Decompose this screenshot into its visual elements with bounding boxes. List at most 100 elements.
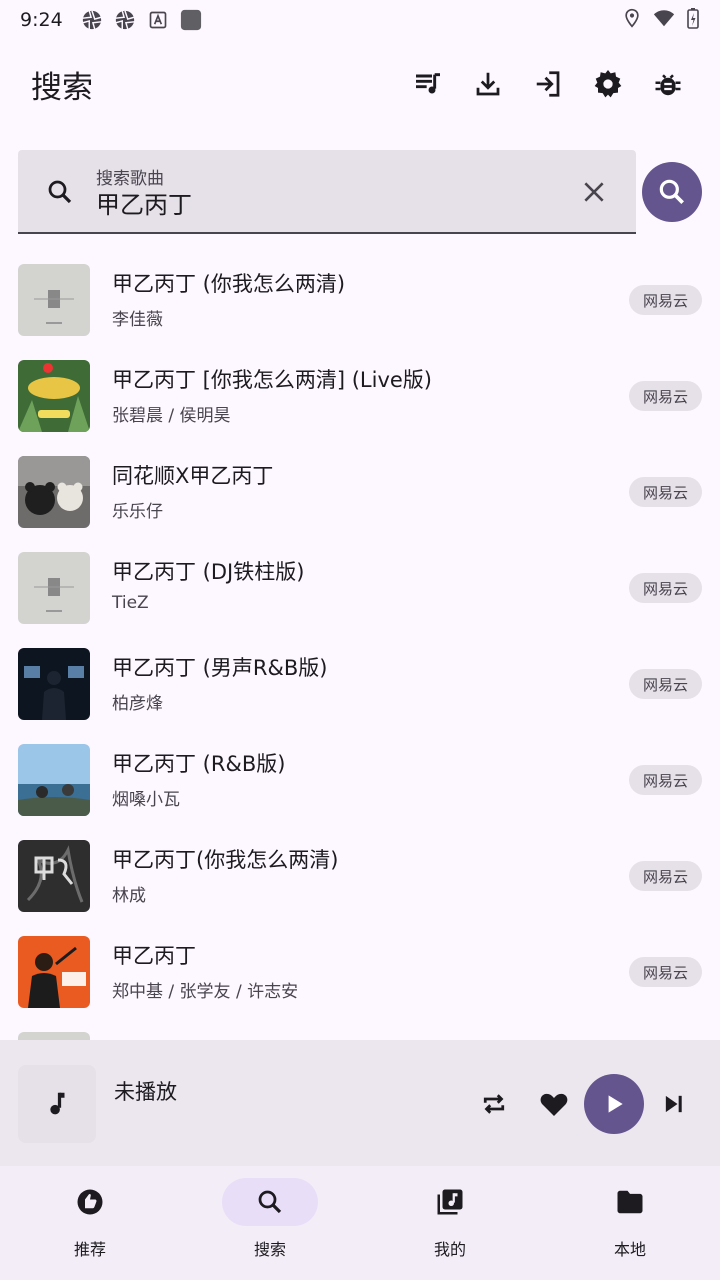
recommend-icon <box>77 1189 103 1215</box>
song-artist: 烟嗓小瓦 <box>112 790 180 810</box>
song-artist: 林成 <box>112 886 146 906</box>
skip-next-icon <box>665 1095 682 1113</box>
song-title: 同花顺X甲乙丙丁 <box>112 464 274 488</box>
music-note-icon <box>50 1092 65 1115</box>
song-title: 甲乙丙丁 [你我怎么两清] (Live版) <box>112 368 433 392</box>
source-badge: 网易云 <box>628 765 702 795</box>
nav-indicator <box>42 1178 138 1226</box>
nav-indicator <box>222 1178 318 1226</box>
result-item[interactable]: 甲乙丙丁 (R&B版) 烟嗓小瓦 网易云 <box>0 732 720 828</box>
source-badge: 网易云 <box>628 573 702 603</box>
source-badge: 网易云 <box>628 477 702 507</box>
queue-music-icon <box>416 73 440 94</box>
top-app-bar: 搜索 <box>0 52 720 116</box>
download-icon <box>476 72 500 96</box>
bottom-navigation: 推荐 搜索 我的 本地 <box>0 1166 720 1280</box>
status-time: 9:24 <box>20 9 63 31</box>
status-bar: 9:24 <box>0 0 720 40</box>
song-title: 甲乙丙丁 (男声R&B版) <box>112 656 328 680</box>
result-item[interactable]: 甲乙丙丁 郑中基 / 张学友 / 许志安 网易云 <box>0 924 720 1020</box>
play-button[interactable] <box>584 1074 644 1134</box>
nav-label: 本地 <box>613 1240 646 1259</box>
search-submit-button[interactable] <box>642 162 702 222</box>
song-title: 甲乙丙丁 (DJ铁柱版) <box>112 560 305 584</box>
result-item[interactable]: 甲乙丙丁(你我怎么两清) 林成 网易云 <box>0 828 720 924</box>
album-cover <box>18 936 90 1008</box>
player-controls <box>464 1074 704 1134</box>
album-cover <box>18 456 90 528</box>
song-artist: TieZ <box>112 593 149 613</box>
clear-button[interactable] <box>574 172 614 212</box>
nav-item-recommend[interactable]: 推荐 <box>0 1166 180 1280</box>
font-app-icon <box>147 9 169 31</box>
result-item[interactable]: 甲乙丙丁 (你我怎么两清) 李佳薇 网易云 <box>0 252 720 348</box>
login-button[interactable] <box>518 54 578 114</box>
album-cover <box>18 360 90 432</box>
login-icon <box>536 71 560 97</box>
page-title: 搜索 <box>31 69 93 106</box>
search-icon <box>659 179 684 204</box>
result-item[interactable]: 甲乙丙丁 (DJ铁柱版) TieZ 网易云 <box>0 540 720 636</box>
nav-label: 我的 <box>433 1240 466 1259</box>
gear-icon <box>594 70 622 98</box>
search-field[interactable]: 搜索歌曲 <box>18 150 636 234</box>
top-actions <box>398 54 698 114</box>
folder-icon <box>617 1190 643 1214</box>
repeat-icon <box>483 1094 505 1114</box>
close-icon <box>584 182 604 202</box>
source-badge: 网易云 <box>628 381 702 411</box>
source-badge: 网易云 <box>628 861 702 891</box>
album-cover <box>18 1032 90 1040</box>
nav-label: 搜索 <box>253 1240 286 1259</box>
aperture-icon <box>114 9 136 31</box>
search-input[interactable] <box>96 188 556 216</box>
album-cover <box>18 648 90 720</box>
nav-item-local[interactable]: 本地 <box>540 1166 720 1280</box>
app-square-icon <box>180 9 202 31</box>
battery-charging-icon <box>686 7 700 34</box>
mini-player[interactable]: 未播放 <box>0 1040 720 1166</box>
bug-icon <box>655 74 681 96</box>
repeat-button[interactable] <box>464 1074 524 1134</box>
favorite-button[interactable] <box>524 1074 584 1134</box>
debug-button[interactable] <box>638 54 698 114</box>
aperture-icon <box>81 9 103 31</box>
player-title: 未播放 <box>114 1080 177 1104</box>
song-artist: 郑中基 / 张学友 / 许志安 <box>112 982 299 1002</box>
result-item[interactable]: 甲乙丙丁 (男声R&B版) 柏彦烽 网易云 <box>0 636 720 732</box>
album-cover <box>18 744 90 816</box>
nav-indicator <box>582 1178 678 1226</box>
player-cover <box>18 1065 96 1143</box>
wifi-icon <box>652 7 676 34</box>
nav-item-search[interactable]: 搜索 <box>180 1166 360 1280</box>
result-item[interactable] <box>0 1020 720 1040</box>
status-right <box>622 7 700 34</box>
song-title: 甲乙丙丁 (R&B版) <box>112 752 286 776</box>
source-badge: 网易云 <box>628 957 702 987</box>
song-artist: 张碧晨 / 侯明昊 <box>112 406 231 426</box>
song-title: 甲乙丙丁 (你我怎么两清) <box>112 272 346 296</box>
search-icon <box>40 172 80 212</box>
location-icon <box>622 7 642 34</box>
result-item[interactable]: 甲乙丙丁 [你我怎么两清] (Live版) 张碧晨 / 侯明昊 网易云 <box>0 348 720 444</box>
song-artist: 柏彦烽 <box>112 694 163 714</box>
download-button[interactable] <box>458 54 518 114</box>
library-music-icon <box>437 1189 463 1215</box>
song-title: 甲乙丙丁(你我怎么两清) <box>112 848 339 872</box>
album-cover <box>18 552 90 624</box>
search-icon <box>258 1190 282 1214</box>
source-badge: 网易云 <box>628 669 702 699</box>
song-artist: 乐乐仔 <box>112 502 163 522</box>
source-badge: 网易云 <box>628 285 702 315</box>
heart-icon <box>540 1093 568 1116</box>
nav-item-mine[interactable]: 我的 <box>360 1166 540 1280</box>
search-results-list: 甲乙丙丁 (你我怎么两清) 李佳薇 网易云 甲乙丙丁 [你我怎么两清] (Liv… <box>0 252 720 1040</box>
play-icon <box>608 1095 623 1113</box>
settings-button[interactable] <box>578 54 638 114</box>
search-label: 搜索歌曲 <box>96 169 164 189</box>
song-title: 甲乙丙丁 <box>112 944 196 968</box>
result-item[interactable]: 同花顺X甲乙丙丁 乐乐仔 网易云 <box>0 444 720 540</box>
album-cover <box>18 840 90 912</box>
next-button[interactable] <box>644 1074 704 1134</box>
playlist-queue-button[interactable] <box>398 54 458 114</box>
